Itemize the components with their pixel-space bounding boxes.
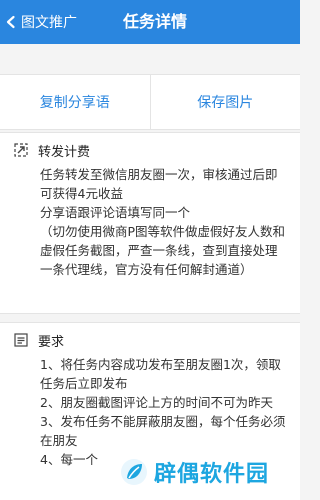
header-bar: 图文推广 任务详情 [0, 0, 300, 44]
requirements-header: 要求 [14, 329, 64, 351]
share-icon [14, 143, 28, 157]
fee-line: 分享语跟评论语填写同一个 [40, 205, 191, 220]
copy-share-text-button[interactable]: 复制分享语 [0, 75, 150, 129]
fee-line: （切勿使用微商P图等软件做虚假好友人数和虚假任务截图，严查一条线，查到直接处理一… [40, 224, 286, 277]
fee-section-header: 转发计费 [14, 139, 90, 161]
requirement-line: 1、将任务内容成功发布至朋友圈1次，领取任务后立即发布 [40, 357, 281, 391]
fee-line: 任务转发至微信朋友圈一次，审核通过后即可获得4元收益 [40, 167, 278, 201]
requirement-line: 2、朋友圈截图评论上方的时间不可为昨天 [40, 395, 273, 410]
fee-section-body: 任务转发至微信朋友圈一次，审核通过后即可获得4元收益 分享语跟评论语填写同一个 … [40, 165, 286, 279]
fee-section-title: 转发计费 [38, 144, 91, 160]
requirement-line: 3、发布任务不能屏蔽朋友圈，每个任务必须在朋友 [40, 414, 286, 448]
watermark: 辟偶软件园 [120, 452, 269, 492]
list-icon [14, 333, 28, 347]
save-image-button[interactable]: 保存图片 [149, 75, 301, 129]
requirements-title: 要求 [38, 334, 65, 350]
action-bar: 复制分享语 保存图片 [0, 74, 300, 130]
watermark-text: 辟偶软件园 [154, 462, 270, 487]
page-title: 任务详情 [122, 12, 187, 31]
leaf-logo-icon [121, 459, 147, 485]
fee-section: 转发计费 任务转发至微信朋友圈一次，审核通过后即可获得4元收益 分享语跟评论语填… [0, 132, 300, 314]
